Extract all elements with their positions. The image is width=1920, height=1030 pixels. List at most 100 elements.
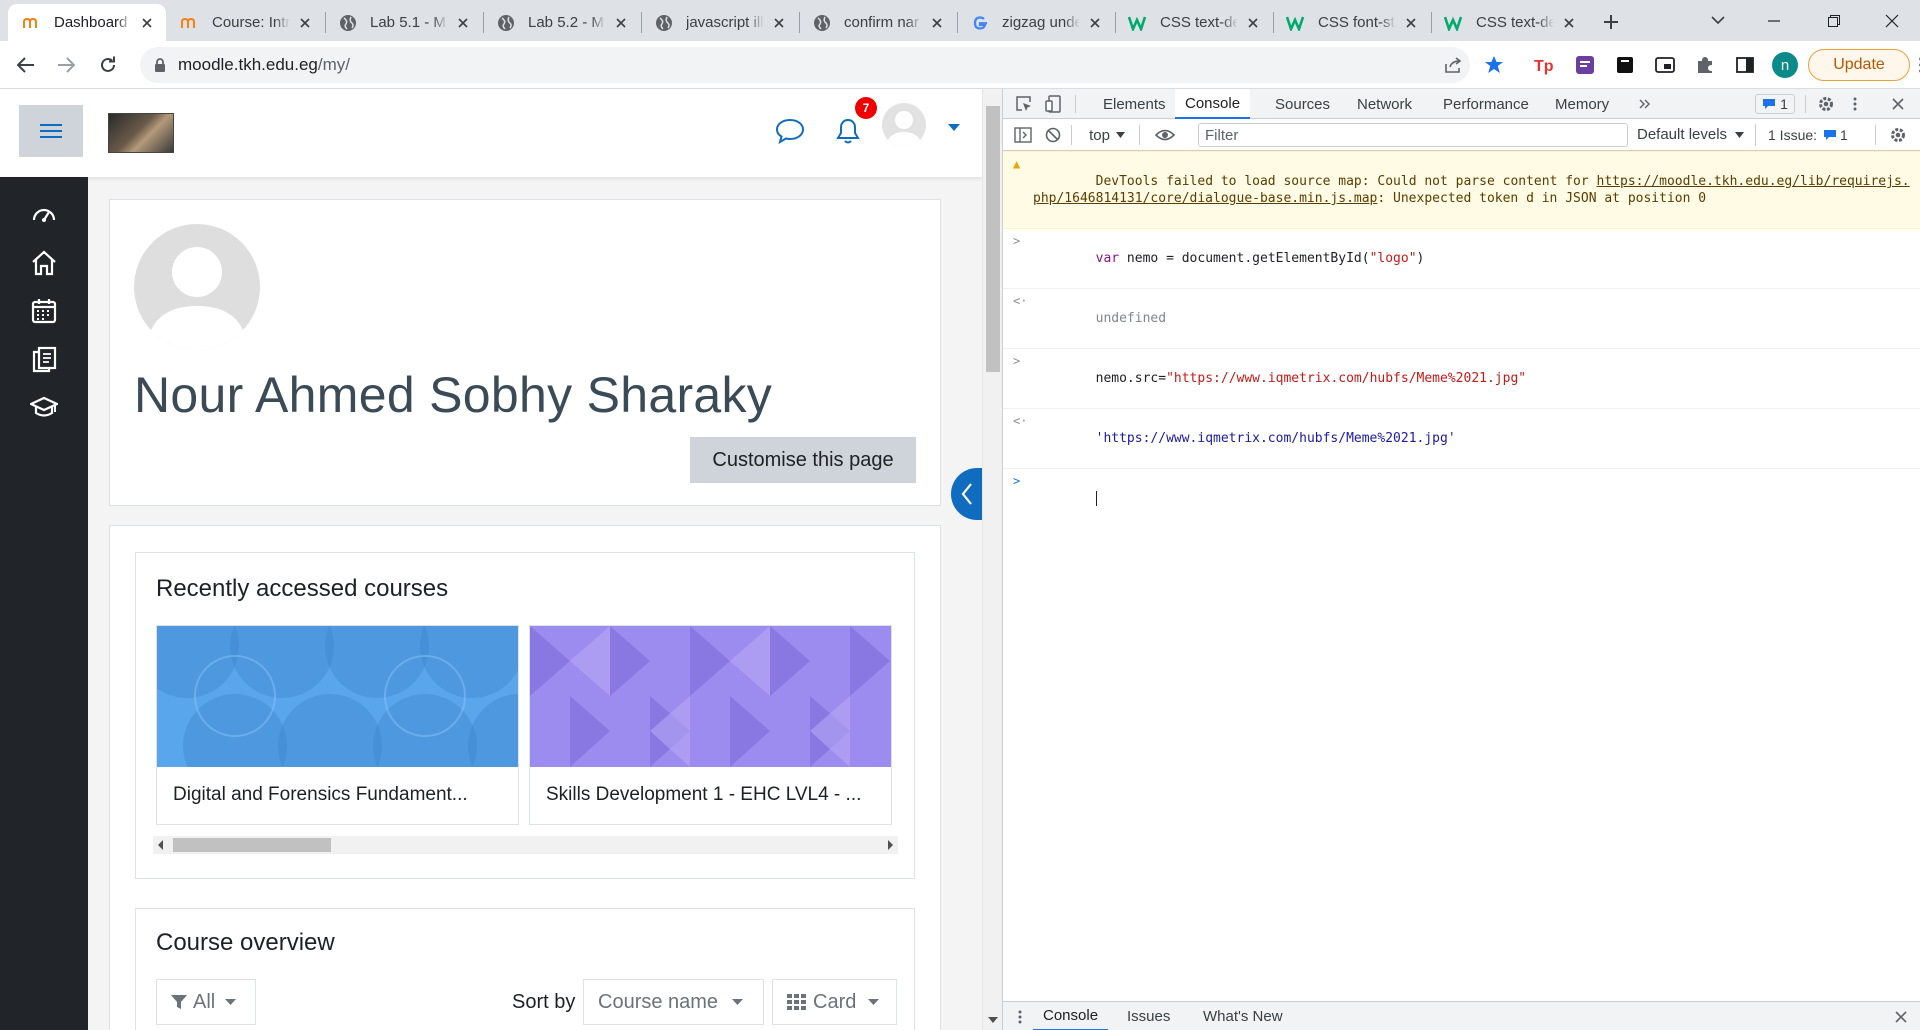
console-prompt[interactable]: > (1003, 469, 1920, 528)
devtools-tab-console[interactable]: Console (1175, 89, 1251, 119)
tab-confirm[interactable]: confirm nar (798, 4, 956, 41)
tab-css-font[interactable]: CSS font-st (1272, 4, 1430, 41)
devtools-settings-button[interactable] (1815, 93, 1837, 115)
close-tab-icon[interactable] (928, 14, 946, 32)
view-mode-dropdown[interactable]: Card (772, 979, 897, 1025)
restore-button[interactable] (1806, 0, 1862, 41)
close-window-button[interactable] (1864, 0, 1920, 41)
back-button[interactable] (10, 49, 42, 81)
drawer-tab-whats-new[interactable]: What's New (1203, 1002, 1283, 1030)
page-vertical-scrollbar[interactable] (982, 89, 1002, 1030)
site-logo[interactable] (108, 113, 174, 153)
course-card[interactable]: Digital and Forensics Fundament... (156, 625, 519, 825)
sidebar-item-private-files[interactable] (26, 341, 62, 377)
user-avatar[interactable] (882, 103, 926, 147)
sidebar-item-dashboard[interactable] (26, 197, 62, 233)
profile-picture[interactable] (134, 224, 260, 350)
close-tab-icon[interactable] (138, 14, 156, 32)
course-name[interactable]: Digital and Forensics Fundament... (173, 784, 508, 806)
gear-icon (1891, 128, 1905, 142)
sidebar-item-my-courses[interactable] (26, 389, 62, 425)
context-selector[interactable]: top (1079, 125, 1135, 145)
extension-tp-button[interactable]: Tp (1531, 52, 1557, 78)
block-drawer-toggle[interactable] (951, 468, 982, 520)
devtools-tab-elements[interactable]: Elements (1103, 89, 1166, 119)
scrollbar-thumb[interactable] (986, 106, 1000, 372)
share-button[interactable] (1441, 52, 1467, 78)
close-tab-icon[interactable] (1560, 14, 1578, 32)
messages-button[interactable] (772, 113, 808, 149)
close-devtools-button[interactable] (1887, 93, 1909, 115)
extensions-button[interactable] (1692, 52, 1718, 78)
moodle-sidebar (0, 177, 88, 1030)
device-toolbar-button[interactable] (1043, 93, 1065, 115)
text-cursor (1095, 491, 1097, 506)
grouping-filter-dropdown[interactable]: All (156, 979, 256, 1025)
caret-down-icon (1115, 132, 1125, 138)
tab-zigzag[interactable]: zigzag unde (956, 4, 1114, 41)
live-expression-button[interactable] (1153, 125, 1177, 145)
minimize-button[interactable] (1746, 0, 1802, 41)
customise-page-button[interactable]: Customise this page (690, 437, 916, 483)
devtools-tab-sources[interactable]: Sources (1275, 89, 1330, 119)
sort-dropdown[interactable]: Course name (583, 979, 764, 1025)
drawer-tab-issues[interactable]: Issues (1127, 1002, 1170, 1030)
devtools-tab-network[interactable]: Network (1357, 89, 1412, 119)
extension-black-button[interactable] (1612, 52, 1638, 78)
sidebar-item-home[interactable] (26, 245, 62, 281)
url-text: moodle.tkh.edu.eg/my/ (178, 55, 350, 75)
devtools-tab-performance[interactable]: Performance (1443, 89, 1529, 119)
issues-button[interactable]: 1 Issue: 1 (1755, 124, 1848, 146)
close-drawer-button[interactable] (1891, 1007, 1911, 1027)
tab-search-button[interactable] (1690, 0, 1746, 41)
console-messages-counter[interactable]: 1 (1755, 94, 1795, 114)
course-card[interactable]: Skills Development 1 - EHC LVL4 - ... (529, 625, 892, 825)
side-panel-button[interactable] (1732, 52, 1758, 78)
close-tab-icon[interactable] (1244, 14, 1262, 32)
tab-css-text-1[interactable]: CSS text-de (1114, 4, 1272, 41)
close-tab-icon[interactable] (296, 14, 314, 32)
clear-console-button[interactable] (1043, 125, 1063, 145)
close-tab-icon[interactable] (1086, 14, 1104, 32)
more-tabs-button[interactable] (1635, 93, 1655, 115)
close-tab-icon[interactable] (770, 14, 788, 32)
bookmark-button[interactable] (1481, 52, 1507, 78)
course-name[interactable]: Skills Development 1 - EHC LVL4 - ... (546, 784, 881, 806)
result-string[interactable]: 'https://www.iqmetrix.com/hubfs/Meme%202… (1096, 431, 1456, 446)
close-tab-icon[interactable] (454, 14, 472, 32)
scrollbar-thumb[interactable] (173, 838, 331, 852)
tab-lab-5-2[interactable]: Lab 5.2 - M (482, 4, 640, 41)
browser-menu-button[interactable] (1908, 52, 1920, 78)
forward-button[interactable] (50, 49, 82, 81)
log-levels-dropdown[interactable]: Default levels (1637, 126, 1745, 143)
drawer-menu-button[interactable] (1015, 1008, 1025, 1026)
close-tab-icon[interactable] (1402, 14, 1420, 32)
extension-purple-button[interactable] (1572, 52, 1598, 78)
tab-lab-5-1[interactable]: Lab 5.1 - M (324, 4, 482, 41)
new-tab-button[interactable] (1596, 7, 1626, 37)
nav-drawer-toggle[interactable] (19, 105, 83, 157)
arrow-left-icon (17, 57, 34, 73)
tab-course[interactable]: Course: Intr (166, 4, 324, 41)
update-button[interactable]: Update (1808, 49, 1910, 81)
profile-avatar[interactable]: n (1772, 52, 1798, 78)
console-settings-button[interactable] (1887, 124, 1909, 146)
close-tab-icon[interactable] (612, 14, 630, 32)
reload-button[interactable] (92, 49, 124, 81)
user-menu-toggle[interactable] (946, 119, 962, 135)
sidebar-item-calendar[interactable] (26, 293, 62, 329)
devtools-menu-button[interactable] (1845, 93, 1865, 115)
tab-title: CSS text-de (1160, 14, 1238, 31)
tab-dashboard[interactable]: Dashboard (8, 4, 166, 41)
picture-in-picture-button[interactable] (1652, 52, 1678, 78)
courses-horizontal-scrollbar[interactable] (153, 836, 898, 854)
tab-css-text-2[interactable]: CSS text-de (1430, 4, 1588, 41)
console-filter-input[interactable]: Filter (1198, 123, 1628, 147)
inspect-element-button[interactable] (1013, 93, 1035, 115)
toggle-sidebar-button[interactable] (1013, 125, 1033, 145)
drawer-tab-console[interactable]: Console (1033, 1002, 1109, 1030)
tab-javascript[interactable]: javascript ill (640, 4, 798, 41)
devtools-tab-memory[interactable]: Memory (1555, 89, 1609, 119)
address-bar[interactable]: moodle.tkh.edu.eg/my/ (140, 47, 1470, 83)
notifications-button[interactable] (830, 113, 866, 149)
